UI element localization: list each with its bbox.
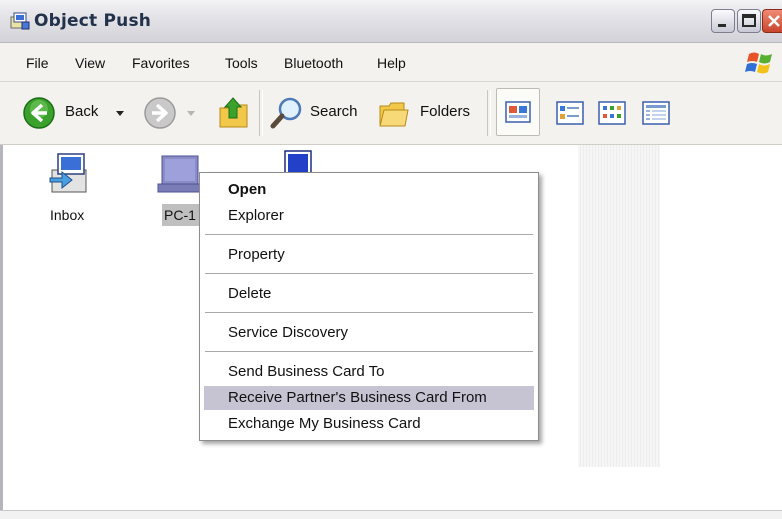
menu-bluetooth[interactable]: Bluetooth — [284, 55, 343, 71]
icons-view-icon[interactable] — [598, 101, 626, 125]
menu-help[interactable]: Help — [377, 55, 406, 71]
folders-icon — [379, 102, 409, 127]
title-bar[interactable]: Object Push — [0, 0, 782, 43]
toolbar-separator — [487, 90, 491, 136]
menu-separator — [205, 273, 533, 275]
background-strip — [578, 145, 660, 467]
chevron-down-icon[interactable] — [187, 111, 195, 117]
menu-item-property[interactable]: Property — [204, 243, 534, 267]
search-button[interactable]: Search — [270, 96, 366, 130]
menu-tools[interactable]: Tools — [225, 55, 258, 71]
minimize-icon — [718, 24, 726, 27]
toolbar: Back Search Folders — [0, 82, 782, 145]
menu-item-exchange-business-card[interactable]: Exchange My Business Card — [204, 412, 534, 436]
laptop-icon — [157, 155, 203, 193]
close-button[interactable] — [762, 9, 782, 33]
close-icon — [768, 15, 780, 27]
search-label: Search — [310, 103, 358, 120]
back-button[interactable]: Back — [22, 96, 132, 130]
toolbar-separator — [259, 90, 263, 136]
menu-view[interactable]: View — [75, 55, 105, 71]
file-item-pc-1[interactable]: PC-1 — [150, 150, 205, 230]
bluetooth-folder-icon — [10, 12, 30, 30]
chevron-down-icon[interactable] — [115, 110, 125, 118]
menu-item-delete[interactable]: Delete — [204, 282, 534, 306]
menu-separator — [205, 312, 533, 314]
object-push-window: Object Push File View Favorites Tools Bl… — [0, 0, 782, 519]
menu-separator — [205, 351, 533, 353]
maximize-icon — [742, 14, 756, 27]
windows-logo-icon — [745, 52, 772, 74]
menu-item-service-discovery[interactable]: Service Discovery — [204, 321, 534, 345]
up-folder-icon[interactable] — [217, 94, 251, 130]
menu-item-receive-business-card[interactable]: Receive Partner's Business Card From — [204, 386, 534, 410]
file-item-inbox[interactable]: Inbox — [40, 150, 110, 230]
folders-label: Folders — [420, 103, 471, 120]
minimize-button[interactable] — [711, 9, 735, 33]
thumbnails-view-button[interactable] — [496, 88, 540, 136]
back-arrow-icon — [23, 97, 55, 129]
forward-button[interactable] — [143, 96, 195, 130]
file-label-pc-1: PC-1 — [164, 207, 196, 223]
inbox-icon — [49, 153, 87, 193]
details-view-icon[interactable] — [642, 101, 670, 125]
back-label: Back — [65, 103, 99, 120]
window-title: Object Push — [34, 11, 152, 31]
menu-separator — [205, 234, 533, 236]
menu-favorites[interactable]: Favorites — [132, 55, 190, 71]
context-menu: Open Explorer Property Delete Service Di… — [199, 172, 539, 441]
menu-item-open[interactable]: Open — [204, 178, 534, 202]
maximize-button[interactable] — [737, 9, 761, 33]
folders-button[interactable]: Folders — [378, 96, 478, 130]
menu-item-send-business-card[interactable]: Send Business Card To — [204, 360, 534, 384]
forward-arrow-icon — [144, 97, 176, 129]
file-label-inbox: Inbox — [50, 207, 85, 223]
thumbnails-view-icon — [505, 101, 531, 123]
menu-bar: File View Favorites Tools Bluetooth Help — [0, 43, 782, 82]
tiles-view-icon[interactable] — [556, 101, 584, 125]
search-icon — [270, 97, 302, 129]
menu-item-explorer[interactable]: Explorer — [204, 204, 534, 228]
menu-file[interactable]: File — [26, 55, 49, 71]
